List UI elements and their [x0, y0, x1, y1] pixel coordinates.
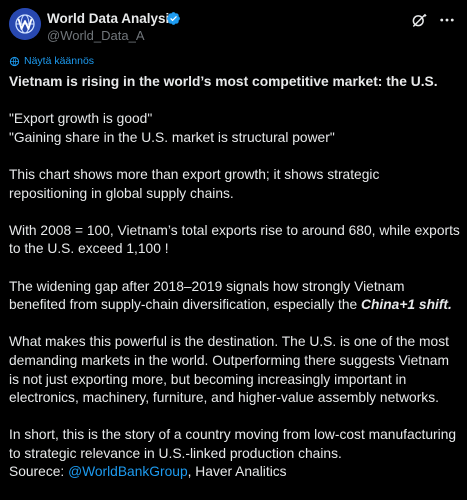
quote-line: "Export growth is good" [9, 111, 153, 127]
show-translation-link[interactable]: Näytä käännös [9, 55, 94, 67]
source-label: Sourece: [9, 464, 69, 480]
grok-icon[interactable] [410, 11, 428, 29]
paragraph: The widening gap after 2018–2019 signals… [9, 278, 461, 315]
paragraph: With 2008 = 100, Vietnam’s total exports… [9, 222, 460, 257]
paragraph-text: The widening gap after 2018–2019 signals… [9, 278, 405, 313]
translate-icon [9, 56, 20, 66]
paragraph: In short, this is the story of a country… [9, 427, 457, 461]
paragraph: What makes this powerful is the destinat… [9, 334, 449, 406]
emphasis-text: China+1 shift. [361, 297, 452, 313]
paragraph: This chart shows more than export growth… [9, 166, 380, 201]
more-options-icon[interactable] [438, 11, 456, 29]
verified-badge-icon [167, 12, 180, 25]
quote-line: "Gaining share in the U.S. market is str… [9, 129, 335, 145]
post-headline: Vietnam is rising in the world’s most co… [9, 74, 438, 89]
source-line: Sourece: @WorldBankGroup, Haver Analitic… [9, 463, 461, 482]
avatar[interactable] [9, 8, 41, 40]
show-translation-label: Näytä käännös [24, 55, 95, 67]
globe-logo-icon [9, 8, 41, 40]
post-text: Vietnam is rising in the world’s most co… [9, 73, 461, 482]
author-handle[interactable]: @World_Data_A [47, 28, 145, 43]
mention-link[interactable]: @WorldBankGroup [68, 464, 188, 479]
post: World Data Analysis @World_Data_A Näytä … [0, 0, 467, 500]
source-rest: , Haver Analitics [187, 464, 287, 480]
author-name[interactable]: World Data Analysis [47, 11, 177, 26]
